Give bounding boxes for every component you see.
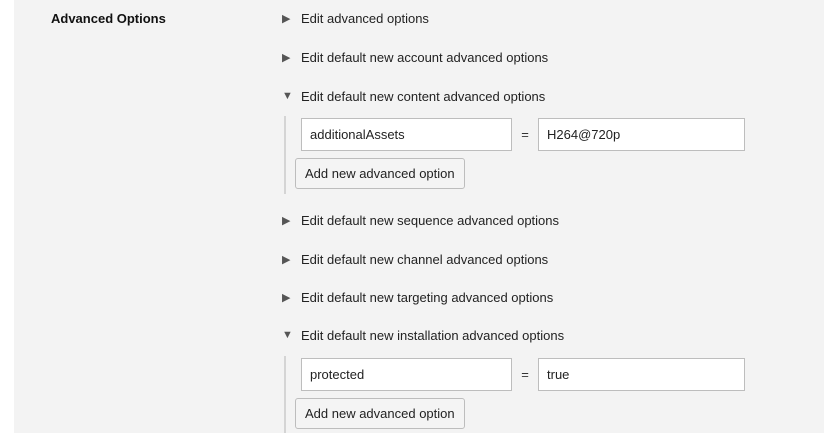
option-label: Edit default new targeting advanced opti…	[301, 289, 554, 305]
equals-sign: =	[521, 367, 529, 382]
content-advanced-options-editor: = Add new advanced option	[284, 116, 756, 194]
option-key-input[interactable]	[301, 118, 512, 151]
add-new-advanced-option-button[interactable]: Add new advanced option	[295, 398, 465, 429]
toggle-edit-channel-advanced-options[interactable]: ▶ Edit default new channel advanced opti…	[282, 250, 548, 268]
toggle-edit-content-advanced-options[interactable]: ▼ Edit default new content advanced opti…	[282, 87, 545, 105]
option-label: Edit advanced options	[301, 10, 429, 26]
option-value-input[interactable]	[538, 358, 745, 391]
toggle-edit-advanced-options[interactable]: ▶ Edit advanced options	[282, 9, 429, 27]
option-value-input[interactable]	[538, 118, 745, 151]
toggle-edit-sequence-advanced-options[interactable]: ▶ Edit default new sequence advanced opt…	[282, 211, 559, 229]
advanced-option-entry: =	[301, 118, 745, 151]
option-label: Edit default new installation advanced o…	[301, 327, 565, 343]
triangle-right-icon: ▶	[282, 253, 291, 266]
triangle-right-icon: ▶	[282, 12, 291, 25]
option-label: Edit default new account advanced option…	[301, 49, 549, 65]
option-label: Edit default new content advanced option…	[301, 88, 546, 104]
triangle-down-icon: ▼	[282, 329, 293, 341]
advanced-option-entry: =	[301, 358, 745, 391]
section-label: Advanced Options	[51, 11, 166, 26]
settings-frame: Advanced Options ▶ Edit advanced options…	[0, 0, 838, 433]
triangle-right-icon: ▶	[282, 291, 291, 304]
toggle-edit-targeting-advanced-options[interactable]: ▶ Edit default new targeting advanced op…	[282, 288, 553, 306]
add-new-advanced-option-button[interactable]: Add new advanced option	[295, 158, 465, 189]
triangle-right-icon: ▶	[282, 51, 291, 64]
triangle-down-icon: ▼	[282, 90, 293, 102]
option-label: Edit default new sequence advanced optio…	[301, 212, 560, 228]
option-label: Edit default new channel advanced option…	[301, 251, 549, 267]
toggle-edit-installation-advanced-options[interactable]: ▼ Edit default new installation advanced…	[282, 326, 564, 344]
installation-advanced-options-editor: = Add new advanced option	[284, 356, 756, 433]
triangle-right-icon: ▶	[282, 214, 291, 227]
equals-sign: =	[521, 127, 529, 142]
toggle-edit-account-advanced-options[interactable]: ▶ Edit default new account advanced opti…	[282, 48, 548, 66]
option-key-input[interactable]	[301, 358, 512, 391]
